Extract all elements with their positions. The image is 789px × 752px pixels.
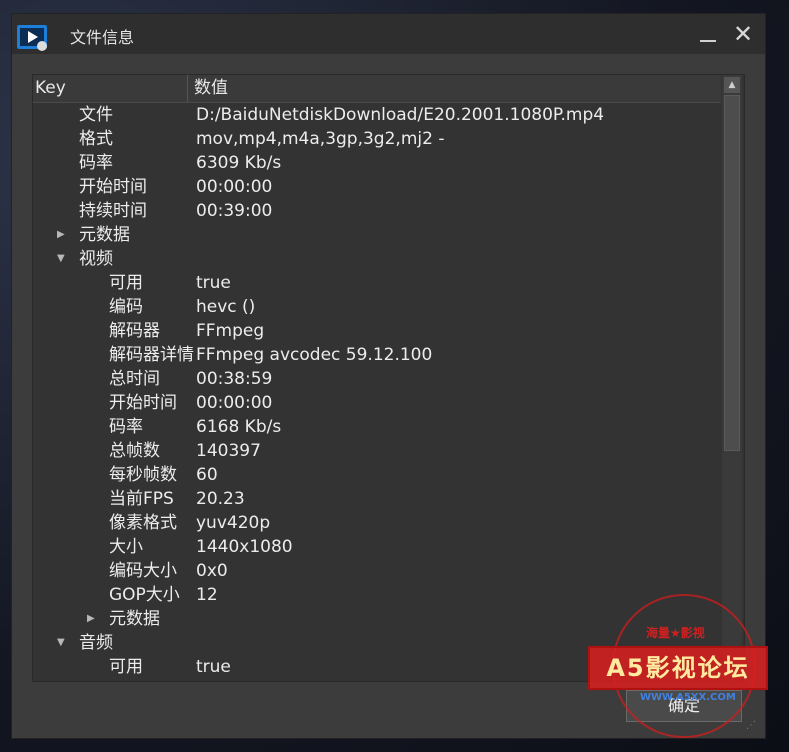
row-value: hevc () — [196, 297, 256, 317]
expand-arrow-down-icon[interactable]: ▼ — [57, 247, 69, 271]
row-key: 开始时间 — [79, 177, 147, 197]
expand-arrow-right-icon[interactable]: ▶ — [87, 607, 99, 631]
close-button[interactable]: ✕ — [729, 20, 757, 48]
expand-arrow-down-icon[interactable]: ▼ — [57, 631, 69, 655]
row-value: true — [196, 273, 231, 293]
scroll-up-arrow-icon[interactable]: ▲ — [724, 77, 740, 93]
row-key: 视频 — [79, 249, 113, 269]
row-value: 00:39:00 — [196, 201, 273, 221]
minimize-button[interactable] — [694, 20, 722, 48]
row-key: 当前FPS — [109, 489, 174, 509]
row-value: mov,mp4,m4a,3gp,3g2,mj2 - — [196, 129, 445, 149]
row-value: 00:00:00 — [196, 393, 273, 413]
row-key: 持续时间 — [79, 201, 147, 221]
table-row[interactable]: 像素格式 yuv420p — [33, 511, 721, 535]
row-key: 格式 — [79, 129, 113, 149]
resize-grip-icon[interactable]: ⋰ — [746, 720, 760, 734]
close-icon: ✕ — [732, 20, 754, 48]
vertical-scrollbar[interactable]: ▲ — [722, 75, 742, 681]
row-key: 编码 — [109, 297, 143, 317]
row-key: 文件 — [79, 105, 113, 125]
row-key: 元数据 — [109, 609, 160, 629]
row-value: FFmpeg avcodec 59.12.100 — [196, 345, 433, 365]
row-key: 开始时间 — [109, 393, 177, 413]
table-row[interactable]: 总时间 00:38:59 — [33, 367, 721, 391]
row-value: 6309 Kb/s — [196, 153, 282, 173]
table-row[interactable]: 总帧数 140397 — [33, 439, 721, 463]
row-value: D:/BaiduNetdiskDownload/E20.2001.1080P.m… — [196, 105, 605, 125]
row-key: 码率 — [79, 153, 113, 173]
row-key: 总帧数 — [109, 441, 160, 461]
table-row[interactable]: 格式 mov,mp4,m4a,3gp,3g2,mj2 - — [33, 127, 721, 151]
row-value: 0x0 — [196, 561, 228, 581]
column-header-value[interactable]: 数值 — [194, 75, 228, 102]
row-key: 总时间 — [109, 369, 160, 389]
row-key: 解码器 — [109, 321, 160, 341]
table-row[interactable]: 当前FPS 20.23 — [33, 487, 721, 511]
row-key: 码率 — [109, 417, 143, 437]
table-row[interactable]: 大小 1440x1080 — [33, 535, 721, 559]
app-video-icon — [17, 25, 47, 51]
row-value: 60 — [196, 465, 218, 485]
row-value: true — [196, 657, 231, 677]
row-value: 140397 — [196, 441, 261, 461]
row-key: 每秒帧数 — [109, 465, 177, 485]
row-key: 元数据 — [79, 225, 130, 245]
info-tree-table[interactable]: Key 数值 文件 D:/BaiduNetdiskDownload/E20.200… — [32, 74, 745, 682]
table-row[interactable]: 可用 true — [33, 271, 721, 295]
table-row[interactable]: ▼ 视频 — [33, 247, 721, 271]
window-title: 文件信息 — [70, 28, 135, 47]
row-value: yuv420p — [196, 513, 271, 533]
row-value: 00:00:00 — [196, 177, 273, 197]
row-key: 可用 — [109, 273, 143, 293]
ok-button[interactable]: 确定 — [626, 690, 742, 722]
table-row[interactable]: ▶ 元数据 — [33, 607, 721, 631]
minimize-icon — [700, 40, 716, 42]
row-value: 1440x1080 — [196, 537, 293, 557]
table-row[interactable]: 开始时间 00:00:00 — [33, 175, 721, 199]
table-row[interactable]: 可用 true — [33, 655, 721, 679]
expand-arrow-right-icon[interactable]: ▶ — [57, 223, 69, 247]
row-value: 12 — [196, 585, 218, 605]
row-key: 可用 — [109, 657, 143, 677]
row-key: 像素格式 — [109, 513, 177, 533]
row-value: 6168 Kb/s — [196, 417, 282, 437]
table-row[interactable]: 码率 6309 Kb/s — [33, 151, 721, 175]
scroll-thumb[interactable] — [724, 95, 740, 451]
row-value: FFmpeg — [196, 321, 265, 341]
table-header: Key 数值 — [33, 75, 721, 103]
row-key: 音频 — [79, 633, 113, 653]
row-value: 00:38:59 — [196, 369, 273, 389]
table-row[interactable]: 每秒帧数 60 — [33, 463, 721, 487]
table-row[interactable]: 持续时间 00:39:00 — [33, 199, 721, 223]
table-row[interactable]: 编码大小 0x0 — [33, 559, 721, 583]
table-row[interactable]: 解码器 FFmpeg — [33, 319, 721, 343]
row-key: 大小 — [109, 537, 143, 557]
title-bar[interactable]: 文件信息 ✕ — [12, 14, 765, 54]
file-info-dialog: 文件信息 ✕ Key 数值 文件 D:/BaiduNetdiskDownload/… — [12, 14, 765, 738]
table-row[interactable]: GOP大小 12 — [33, 583, 721, 607]
table-row[interactable]: 开始时间 00:00:00 — [33, 391, 721, 415]
row-value: 20.23 — [196, 489, 245, 509]
row-key: GOP大小 — [109, 585, 180, 605]
table-row[interactable]: ▶ 元数据 — [33, 223, 721, 247]
table-row[interactable]: ▼ 音频 — [33, 631, 721, 655]
row-key: 编码大小 — [109, 561, 177, 581]
column-header-key[interactable]: Key — [35, 75, 188, 102]
table-row[interactable]: 文件 D:/BaiduNetdiskDownload/E20.2001.1080P… — [33, 103, 721, 127]
table-rows: 文件 D:/BaiduNetdiskDownload/E20.2001.1080P… — [33, 103, 721, 679]
table-row[interactable]: 编码 hevc () — [33, 295, 721, 319]
row-key: 解码器详情 — [109, 345, 194, 365]
table-row[interactable]: 解码器详情 FFmpeg avcodec 59.12.100 — [33, 343, 721, 367]
table-row[interactable]: 码率 6168 Kb/s — [33, 415, 721, 439]
